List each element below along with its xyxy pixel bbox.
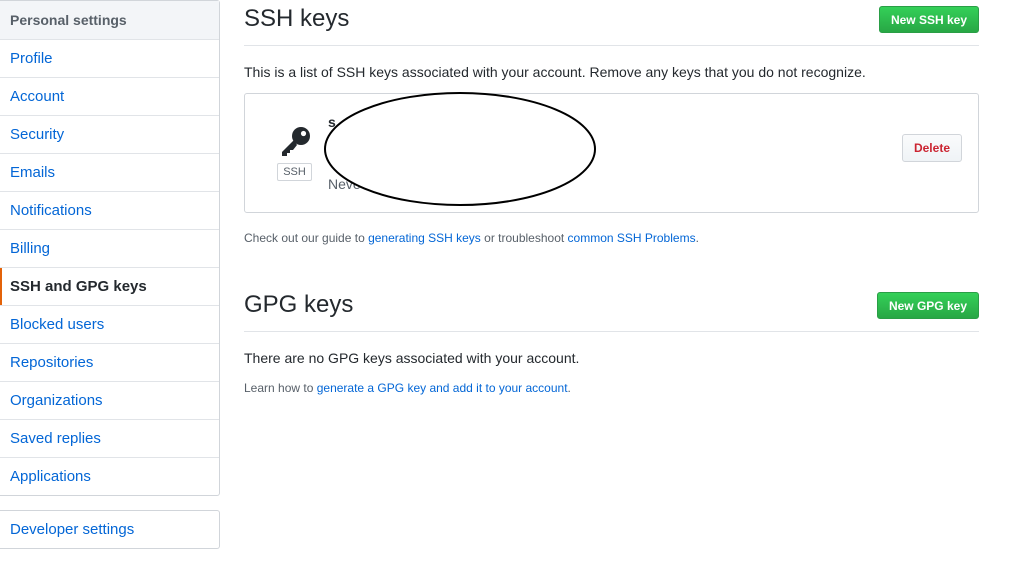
ssh-guide-middle: or troubleshoot <box>480 231 568 245</box>
sidebar-item-organizations[interactable]: Organizations <box>0 382 219 420</box>
gpg-keys-header: GPG keys New GPG key <box>244 286 979 332</box>
ssh-keys-title: SSH keys <box>244 5 350 32</box>
delete-ssh-key-button[interactable]: Delete <box>901 134 962 162</box>
sidebar-item-repositories[interactable]: Repositories <box>0 344 219 382</box>
key-icon <box>282 127 310 156</box>
ssh-type-label: SSH <box>277 163 312 181</box>
main-content: SSH keys New SSH key This is a list of S… <box>244 0 979 395</box>
sidebar-item-security[interactable]: Security <box>0 116 219 154</box>
sidebar-item-ssh-gpg-keys[interactable]: SSH and GPG keys <box>0 268 219 306</box>
sidebar-item-saved-replies[interactable]: Saved replies <box>0 420 219 458</box>
ssh-keys-description: This is a list of SSH keys associated wi… <box>244 64 866 80</box>
generating-ssh-keys-link[interactable]: generating SSH keys <box>368 231 481 245</box>
sidebar-item-billing[interactable]: Billing <box>0 230 219 268</box>
sidebar-item-emails[interactable]: Emails <box>0 154 219 192</box>
ssh-guide-note: Check out our guide to generating SSH ke… <box>244 231 699 245</box>
settings-sidebar: Personal settings Profile Account Securi… <box>0 0 220 496</box>
sidebar-item-notifications[interactable]: Notifications <box>0 192 219 230</box>
sidebar-item-profile[interactable]: Profile <box>0 40 219 78</box>
gpg-empty-text: There are no GPG keys associated with yo… <box>244 350 580 366</box>
gpg-keys-title: GPG keys <box>244 291 354 318</box>
sidebar-item-developer-settings[interactable]: Developer settings <box>0 511 219 548</box>
redaction-ellipse <box>324 92 596 206</box>
new-gpg-key-button[interactable]: New GPG key <box>876 292 979 319</box>
ssh-guide-prefix: Check out our guide to <box>244 231 369 245</box>
sidebar-item-blocked-users[interactable]: Blocked users <box>0 306 219 344</box>
ssh-guide-suffix: . <box>695 231 699 245</box>
gpg-learn-suffix: . <box>567 381 571 395</box>
generate-gpg-key-link[interactable]: generate a GPG key and add it to your ac… <box>317 381 568 395</box>
developer-settings-menu: Developer settings <box>0 510 220 549</box>
common-ssh-problems-link[interactable]: common SSH Problems <box>568 231 696 245</box>
sidebar-item-account[interactable]: Account <box>0 78 219 116</box>
sidebar-heading: Personal settings <box>0 1 219 40</box>
gpg-learn-prefix: Learn how to <box>244 381 317 395</box>
ssh-keys-header: SSH keys New SSH key <box>244 0 979 46</box>
gpg-learn-note: Learn how to generate a GPG key and add … <box>244 381 571 395</box>
new-ssh-key-button[interactable]: New SSH key <box>878 6 979 33</box>
sidebar-item-applications[interactable]: Applications <box>0 458 219 495</box>
ssh-key-list-item: SSH s Neve Delete <box>244 92 979 213</box>
